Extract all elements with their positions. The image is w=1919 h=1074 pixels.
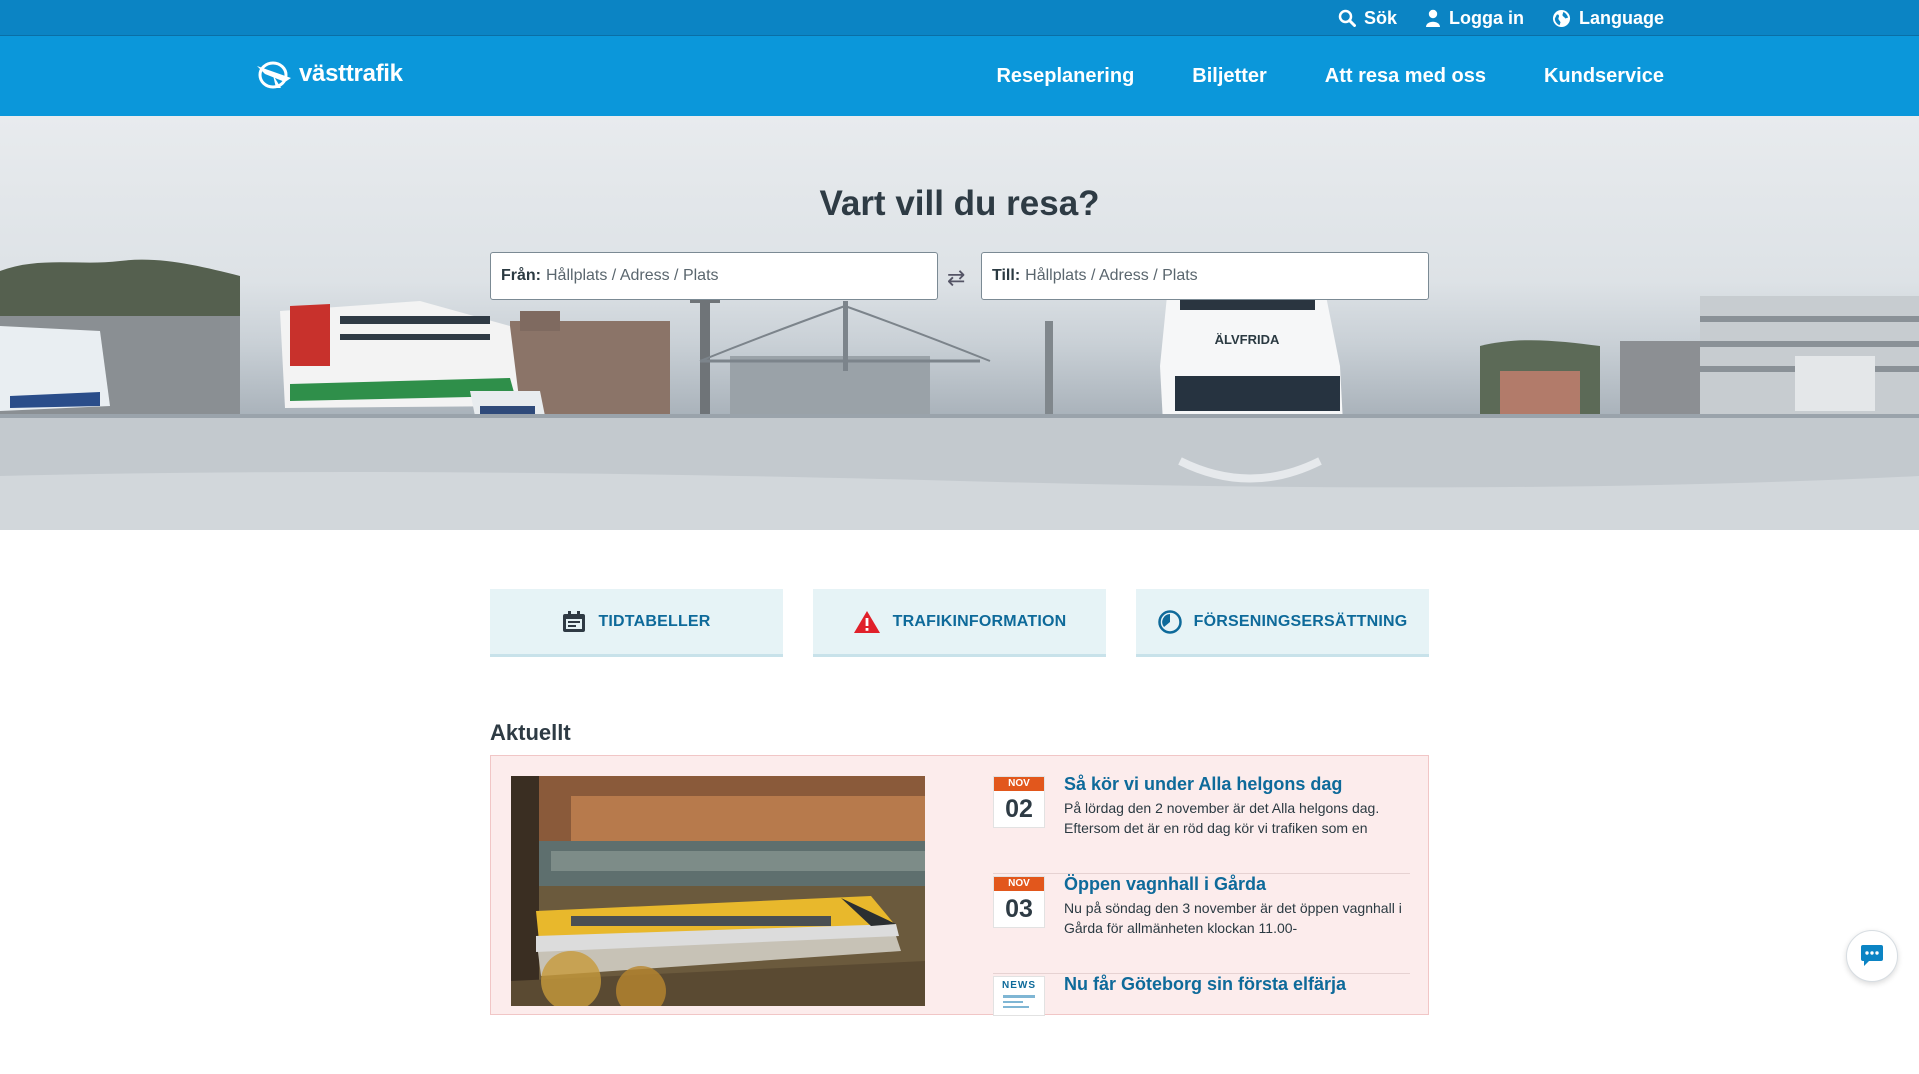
search-icon — [1338, 9, 1356, 27]
news-featured-image[interactable] — [511, 776, 925, 1006]
clock-icon — [1157, 609, 1182, 634]
to-label: Till: — [992, 267, 1021, 284]
tile-trafikinformation[interactable]: TRAFIKINFORMATION — [813, 589, 1106, 657]
primary-nav: Reseplanering Biljetter Att resa med oss… — [996, 36, 1664, 116]
news-excerpt: På lördag den 2 november är det Alla hel… — [1064, 800, 1380, 836]
search-link[interactable]: Sök — [1338, 8, 1397, 29]
newspaper-icon — [1003, 995, 1035, 1008]
warning-icon — [853, 610, 880, 633]
news-badge: NEWS — [993, 976, 1045, 1016]
nav-reseplanering[interactable]: Reseplanering — [996, 65, 1134, 88]
nav-kundservice[interactable]: Kundservice — [1544, 65, 1664, 88]
to-input[interactable] — [1025, 267, 1326, 285]
news-section: NOV 02 Så kör vi under Alla helgons dag … — [490, 755, 1429, 1016]
tile-tidtabeller-label: TIDTABELLER — [598, 612, 711, 630]
train-photo — [511, 776, 925, 1006]
news-date-month: NOV — [994, 877, 1044, 891]
news-date-day: 02 — [1005, 795, 1033, 823]
news-date-day: 03 — [1005, 895, 1033, 923]
news-excerpt: Nu på söndag den 3 november är det öppen… — [1064, 900, 1402, 936]
logo-text: västtrafik — [299, 60, 403, 87]
swap-arrows-icon: ⇄ — [947, 265, 966, 290]
nav-att-resa-med-oss[interactable]: Att resa med oss — [1325, 65, 1486, 88]
from-input[interactable] — [546, 267, 846, 285]
news-title[interactable]: Nu får Göteborg sin första elfärja — [1064, 974, 1346, 995]
from-field[interactable]: Från: — [490, 252, 938, 300]
hero-section: ÄLVFRIDA Vart vill du resa? Från: ⇄ Till… — [0, 116, 1919, 530]
utility-bar: Sök Logga in Language — [0, 0, 1919, 36]
chat-bubble-icon — [1861, 945, 1883, 966]
language-label: Language — [1578, 7, 1664, 28]
login-label: Logga in — [1448, 7, 1524, 28]
to-field[interactable]: Till: — [981, 252, 1429, 300]
language-link[interactable]: Language — [1552, 8, 1664, 29]
news-badge-label: NEWS — [1002, 980, 1036, 991]
news-list: NOV 02 Så kör vi under Alla helgons dag … — [993, 774, 1410, 1074]
news-title[interactable]: Öppen vagnhall i Gårda — [1064, 874, 1266, 895]
from-label: Från: — [501, 267, 541, 284]
search-label: Sök — [1363, 7, 1397, 28]
utility-links: Sök Logga in Language — [1338, 0, 1664, 36]
login-link[interactable]: Logga in — [1425, 8, 1524, 29]
chat-button[interactable] — [1846, 930, 1898, 982]
quick-links: TIDTABELLER TRAFIKINFORMATION FÖRSENINGS… — [490, 589, 1429, 657]
news-item[interactable]: NOV 02 Så kör vi under Alla helgons dag … — [993, 774, 1410, 874]
tile-forseningsersattning-label: FÖRSENINGSERSÄTTNING — [1193, 612, 1408, 630]
timetable-icon — [563, 610, 586, 632]
news-date-month: NOV — [994, 777, 1044, 791]
swap-direction-button[interactable]: ⇄ — [947, 265, 965, 291]
news-item[interactable]: NEWS Nu får Göteborg sin första elfärja — [993, 974, 1410, 1074]
news-title[interactable]: Så kör vi under Alla helgons dag — [1064, 774, 1342, 795]
ferry-name: ÄLVFRIDA — [1215, 332, 1280, 347]
tile-tidtabeller[interactable]: TIDTABELLER — [490, 589, 783, 657]
tile-forseningsersattning[interactable]: FÖRSENINGSERSÄTTNING — [1136, 589, 1429, 657]
user-icon — [1425, 9, 1440, 27]
vasttrafik-logo-icon — [257, 61, 291, 89]
news-item[interactable]: NOV 03 Öppen vagnhall i Gårda Nu på sönd… — [993, 874, 1410, 974]
main-header: västtrafik Reseplanering Biljetter Att r… — [0, 36, 1919, 116]
tile-trafikinformation-label: TRAFIKINFORMATION — [892, 612, 1067, 630]
news-date: NOV 03 — [993, 876, 1045, 928]
news-heading: Aktuellt — [490, 720, 571, 745]
nav-biljetter[interactable]: Biljetter — [1192, 65, 1266, 88]
hero-title: Vart vill du resa? — [819, 184, 1100, 223]
news-date: NOV 02 — [993, 776, 1045, 828]
logo[interactable]: västtrafik — [255, 58, 403, 90]
globe-icon — [1552, 9, 1571, 27]
harbor-photo: ÄLVFRIDA — [0, 259, 1919, 530]
